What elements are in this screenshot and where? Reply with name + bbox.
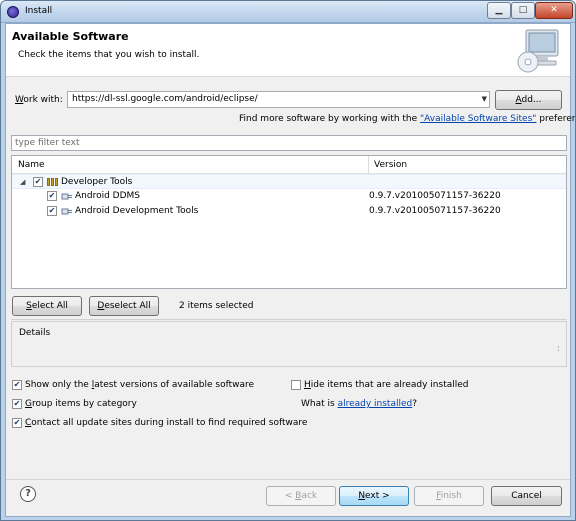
close-button[interactable]: ✕	[535, 2, 573, 19]
tree-row[interactable]: ✔ Android DDMS 0.9.7.v201005071157-36220	[12, 189, 566, 204]
contact-sites-label[interactable]: Contact all update sites during install …	[25, 418, 307, 428]
details-scrollbar[interactable]: :	[557, 344, 560, 354]
plugin-icon	[61, 208, 72, 215]
deselect-all-button[interactable]: Deselect All	[89, 296, 159, 316]
available-sites-link[interactable]: "Available Software Sites"	[420, 114, 536, 124]
back-button[interactable]: < Back	[266, 486, 336, 506]
dialog-body: Available Software Check the items that …	[5, 23, 575, 517]
install-window: Install ▁ □ ✕ Available Software Check t…	[0, 0, 576, 521]
name-column-header[interactable]: Name	[18, 160, 45, 170]
help-icon[interactable]: ?	[20, 486, 36, 502]
next-button[interactable]: Next >	[339, 486, 409, 506]
eclipse-icon	[7, 6, 19, 18]
title-bar[interactable]: Install ▁ □ ✕	[1, 1, 575, 23]
filter-input[interactable]: type filter text	[11, 135, 567, 151]
tree-row-category[interactable]: ◢ ✔ Developer Tools	[12, 174, 566, 189]
page-title: Available Software	[12, 30, 129, 43]
checkbox[interactable]: ✔	[12, 380, 22, 390]
select-all-button[interactable]: Select All	[12, 296, 82, 316]
plugin-icon	[61, 193, 72, 200]
divider	[11, 319, 567, 320]
tree-item-name: Developer Tools	[61, 177, 133, 187]
checkbox[interactable]: ✔	[12, 418, 22, 428]
work-with-label: Work with:	[15, 95, 63, 105]
add-site-button[interactable]: Add...	[495, 90, 562, 110]
work-with-value: https://dl-ssl.google.com/android/eclips…	[72, 94, 258, 104]
cancel-button[interactable]: Cancel	[491, 486, 562, 506]
details-panel: Details :	[11, 321, 567, 367]
tree-row[interactable]: ✔ Android Development Tools 0.9.7.v20100…	[12, 204, 566, 219]
window-title: Install	[25, 6, 53, 16]
checkbox[interactable]: ✔	[33, 177, 43, 187]
checkbox[interactable]: ✔	[47, 191, 57, 201]
tree-header: Name Version	[12, 156, 566, 174]
expand-arrow-icon[interactable]: ◢	[20, 178, 25, 186]
checkbox[interactable]: ✔	[12, 399, 22, 409]
show-latest-label[interactable]: Show only the latest versions of availab…	[25, 380, 254, 390]
checkbox[interactable]: ✔	[47, 206, 57, 216]
selection-count: 2 items selected	[179, 301, 254, 311]
checkbox[interactable]	[291, 380, 301, 390]
tree-item-version: 0.9.7.v201005071157-36220	[369, 206, 501, 216]
already-installed-link[interactable]: already installed	[338, 399, 413, 409]
software-tree[interactable]: Name Version ◢ ✔ Developer Tools ✔ Andro…	[11, 155, 567, 289]
column-divider[interactable]	[368, 156, 369, 174]
details-label: Details	[19, 328, 51, 338]
tree-item-version: 0.9.7.v201005071157-36220	[369, 191, 501, 201]
tree-item-name: Android DDMS	[75, 191, 140, 201]
chevron-down-icon[interactable]: ▼	[482, 92, 487, 107]
what-installed-text: What is already installed?	[301, 399, 418, 409]
tree-item-name: Android Development Tools	[75, 206, 199, 216]
category-icon	[47, 178, 59, 186]
find-more-text: Find more software by working with the "…	[239, 114, 575, 124]
maximize-button[interactable]: □	[511, 2, 535, 19]
hide-installed-label[interactable]: Hide items that are already installed	[304, 380, 469, 390]
header-banner: Available Software Check the items that …	[6, 24, 570, 77]
monitor-cd-icon	[517, 29, 559, 73]
group-by-category-label[interactable]: Group items by category	[25, 399, 137, 409]
finish-button[interactable]: Finish	[414, 486, 484, 506]
minimize-button[interactable]: ▁	[487, 2, 511, 19]
page-description: Check the items that you wish to install…	[18, 50, 200, 60]
divider	[6, 479, 570, 480]
version-column-header[interactable]: Version	[374, 160, 407, 170]
work-with-combo[interactable]: https://dl-ssl.google.com/android/eclips…	[67, 91, 490, 108]
